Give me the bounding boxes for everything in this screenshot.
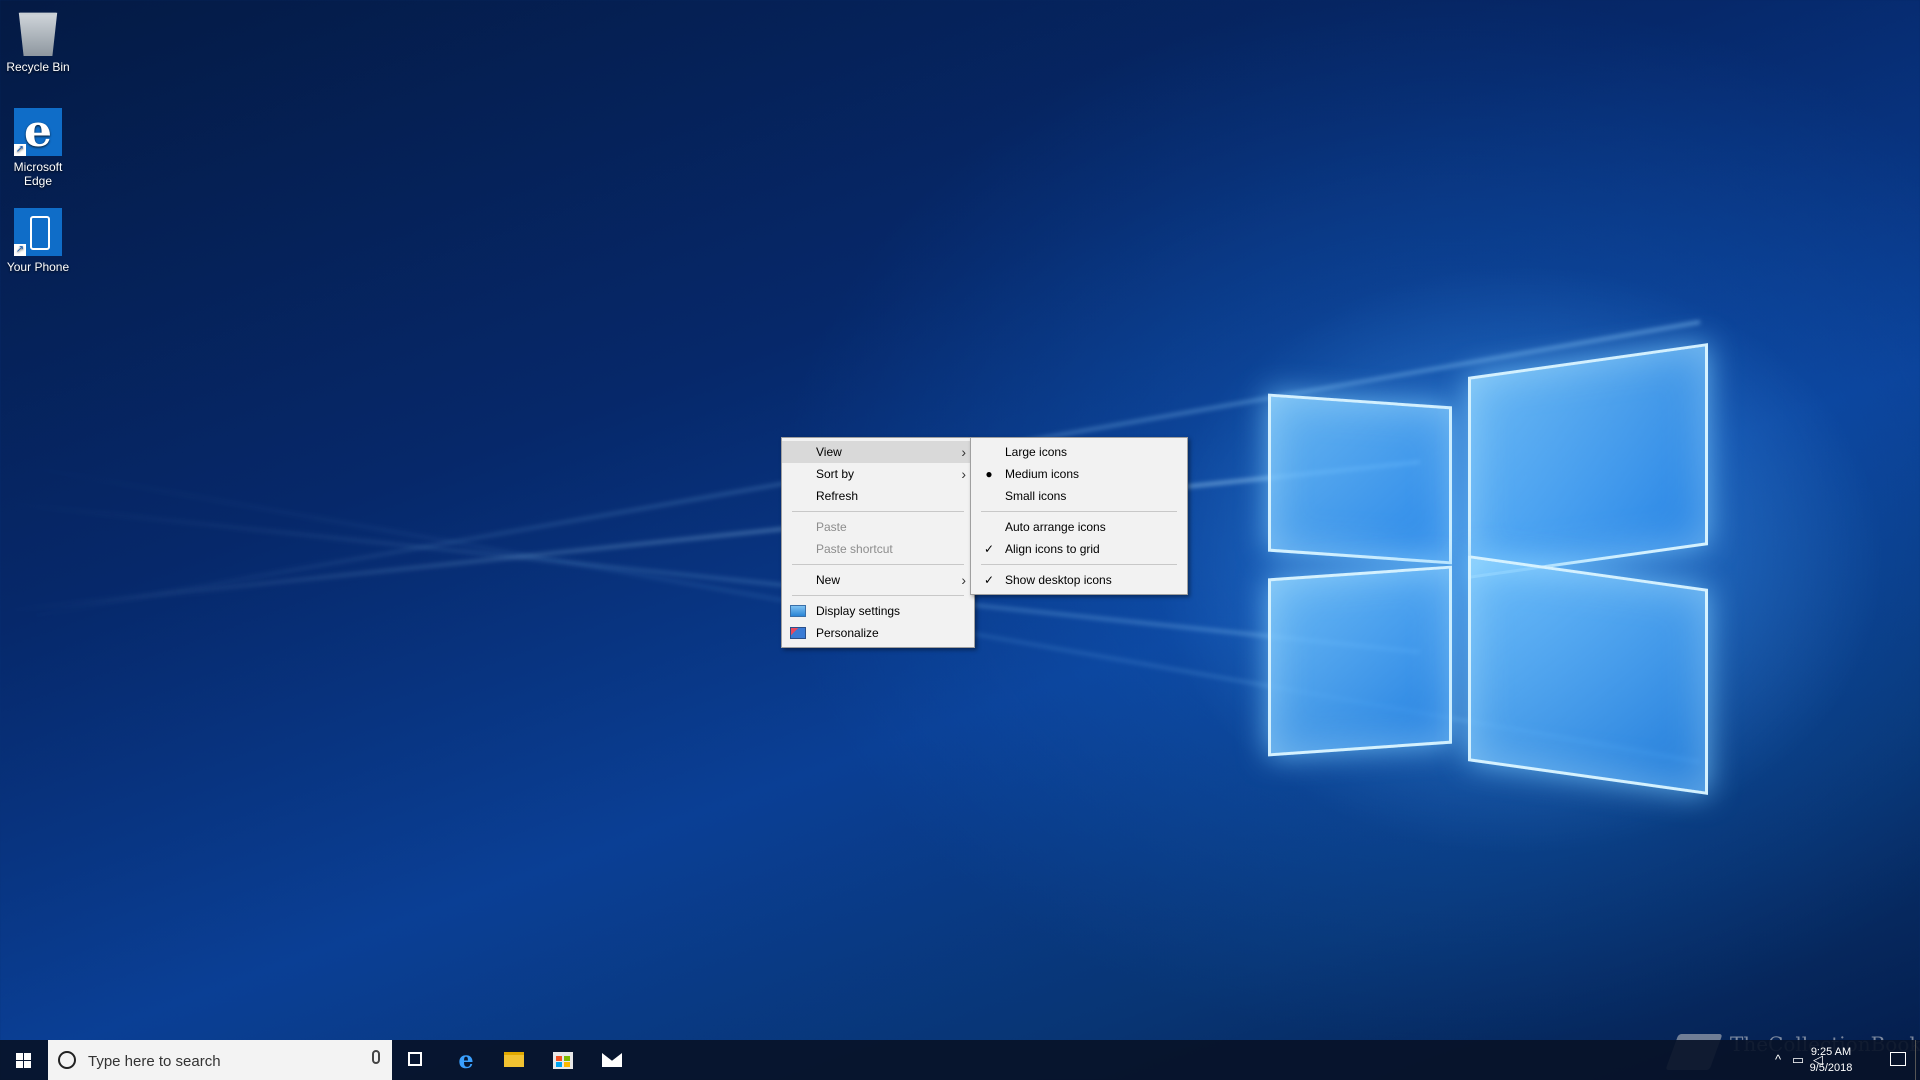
windows-logo-pane bbox=[1468, 343, 1708, 579]
desktop-icon-your-phone[interactable]: ↗ Your Phone bbox=[2, 208, 74, 274]
desktop-icon-label: Your Phone bbox=[6, 260, 70, 274]
taskbar-store-button[interactable] bbox=[539, 1040, 587, 1080]
desktop-icon-microsoft-edge[interactable]: e ↗ Microsoft Edge bbox=[2, 108, 74, 189]
windows-logo-pane bbox=[1268, 565, 1452, 757]
menu-item-label: New bbox=[816, 573, 841, 587]
mail-icon bbox=[602, 1053, 622, 1067]
menu-item-view[interactable]: View › bbox=[782, 441, 974, 463]
menu-item-label: Large icons bbox=[1005, 445, 1068, 459]
wallpaper-beam bbox=[7, 501, 1421, 654]
shortcut-arrow-icon: ↗ bbox=[14, 244, 26, 256]
menu-separator bbox=[792, 595, 964, 596]
desktop-icon-label: Microsoft Edge bbox=[13, 160, 63, 188]
shortcut-arrow-icon: ↗ bbox=[14, 144, 26, 156]
desktop-context-menu: View › Sort by › Refresh Paste Paste sho… bbox=[781, 437, 975, 648]
clock-date: 9/5/2018 bbox=[1809, 1062, 1853, 1074]
file-explorer-icon bbox=[504, 1052, 524, 1067]
display-settings-icon bbox=[790, 605, 806, 617]
menu-item-label: Paste shortcut bbox=[816, 542, 893, 556]
start-button[interactable] bbox=[0, 1040, 48, 1080]
cortana-icon bbox=[58, 1051, 76, 1069]
recycle-bin-icon bbox=[18, 12, 58, 56]
taskbar-edge-button[interactable]: e bbox=[442, 1040, 490, 1080]
microphone-icon[interactable] bbox=[372, 1050, 380, 1064]
menu-item-personalize[interactable]: Personalize bbox=[782, 622, 974, 644]
search-input[interactable] bbox=[86, 1048, 350, 1074]
menu-item-display-settings[interactable]: Display settings bbox=[782, 600, 974, 622]
menu-item-paste-shortcut: Paste shortcut bbox=[782, 538, 974, 560]
menu-item-new[interactable]: New › bbox=[782, 569, 974, 591]
menu-item-label: Paste bbox=[816, 520, 847, 534]
menu-separator bbox=[792, 564, 964, 565]
action-center-icon[interactable] bbox=[1890, 1052, 1906, 1066]
desktop-icon-label: Recycle Bin bbox=[6, 60, 70, 74]
system-tray: ^ ▭ ◁ 9:25 AM 9/5/2018 bbox=[1720, 1040, 1920, 1080]
windows-logo-icon bbox=[16, 1053, 31, 1068]
menu-item-large-icons[interactable]: Large icons bbox=[971, 441, 1187, 463]
task-view-button[interactable] bbox=[392, 1040, 440, 1080]
windows-logo-pane bbox=[1268, 393, 1452, 565]
phone-icon: ↗ bbox=[14, 208, 62, 256]
menu-item-medium-icons[interactable]: ● Medium icons bbox=[971, 463, 1187, 485]
chevron-right-icon: › bbox=[961, 444, 966, 460]
menu-item-label: Align icons to grid bbox=[1005, 542, 1100, 556]
menu-item-show-desktop-icons[interactable]: ✓ Show desktop icons bbox=[971, 569, 1187, 591]
menu-item-small-icons[interactable]: Small icons bbox=[971, 485, 1187, 507]
menu-separator bbox=[981, 511, 1177, 512]
menu-item-align-icons-to-grid[interactable]: ✓ Align icons to grid bbox=[971, 538, 1187, 560]
taskbar: e ^ ▭ ◁ 9:25 AM 9/5/2018 bbox=[0, 1040, 1920, 1080]
chevron-up-icon[interactable]: ^ bbox=[1770, 1052, 1786, 1068]
radio-bullet-icon: ● bbox=[985, 467, 993, 481]
checkmark-icon: ✓ bbox=[983, 573, 995, 587]
menu-item-label: Small icons bbox=[1005, 489, 1067, 503]
menu-separator bbox=[981, 564, 1177, 565]
menu-separator bbox=[792, 511, 964, 512]
clock-time: 9:25 AM bbox=[1810, 1046, 1852, 1058]
menu-item-sort-by[interactable]: Sort by › bbox=[782, 463, 974, 485]
windows-logo-pane bbox=[1468, 555, 1708, 795]
show-desktop-button[interactable] bbox=[1915, 1040, 1920, 1080]
chevron-right-icon: › bbox=[961, 572, 966, 588]
edge-icon: e bbox=[458, 1045, 474, 1074]
menu-item-auto-arrange-icons[interactable]: Auto arrange icons bbox=[971, 516, 1187, 538]
taskbar-file-explorer-button[interactable] bbox=[490, 1040, 538, 1080]
menu-item-paste: Paste bbox=[782, 516, 974, 538]
taskbar-mail-button[interactable] bbox=[588, 1040, 636, 1080]
store-icon bbox=[553, 1052, 573, 1069]
menu-item-refresh[interactable]: Refresh bbox=[782, 485, 974, 507]
menu-item-label: Refresh bbox=[816, 489, 859, 503]
menu-item-label: Auto arrange icons bbox=[1005, 520, 1106, 534]
clock[interactable]: 9:25 AM 9/5/2018 bbox=[1796, 1044, 1866, 1076]
taskbar-search-box[interactable] bbox=[48, 1040, 392, 1080]
menu-item-label: Display settings bbox=[816, 604, 901, 618]
desktop-icon-recycle-bin[interactable]: Recycle Bin bbox=[2, 8, 74, 74]
personalize-icon bbox=[790, 627, 806, 639]
view-submenu: Large icons ● Medium icons Small icons A… bbox=[970, 437, 1188, 595]
task-view-icon bbox=[408, 1052, 422, 1066]
edge-icon: e ↗ bbox=[14, 108, 62, 156]
menu-item-label: Personalize bbox=[816, 626, 879, 640]
menu-item-label: Medium icons bbox=[1005, 467, 1080, 481]
menu-item-label: Show desktop icons bbox=[1005, 573, 1112, 587]
chevron-right-icon: › bbox=[961, 466, 966, 482]
menu-item-label: Sort by bbox=[816, 467, 855, 481]
checkmark-icon: ✓ bbox=[983, 542, 995, 556]
menu-item-label: View bbox=[816, 445, 842, 459]
